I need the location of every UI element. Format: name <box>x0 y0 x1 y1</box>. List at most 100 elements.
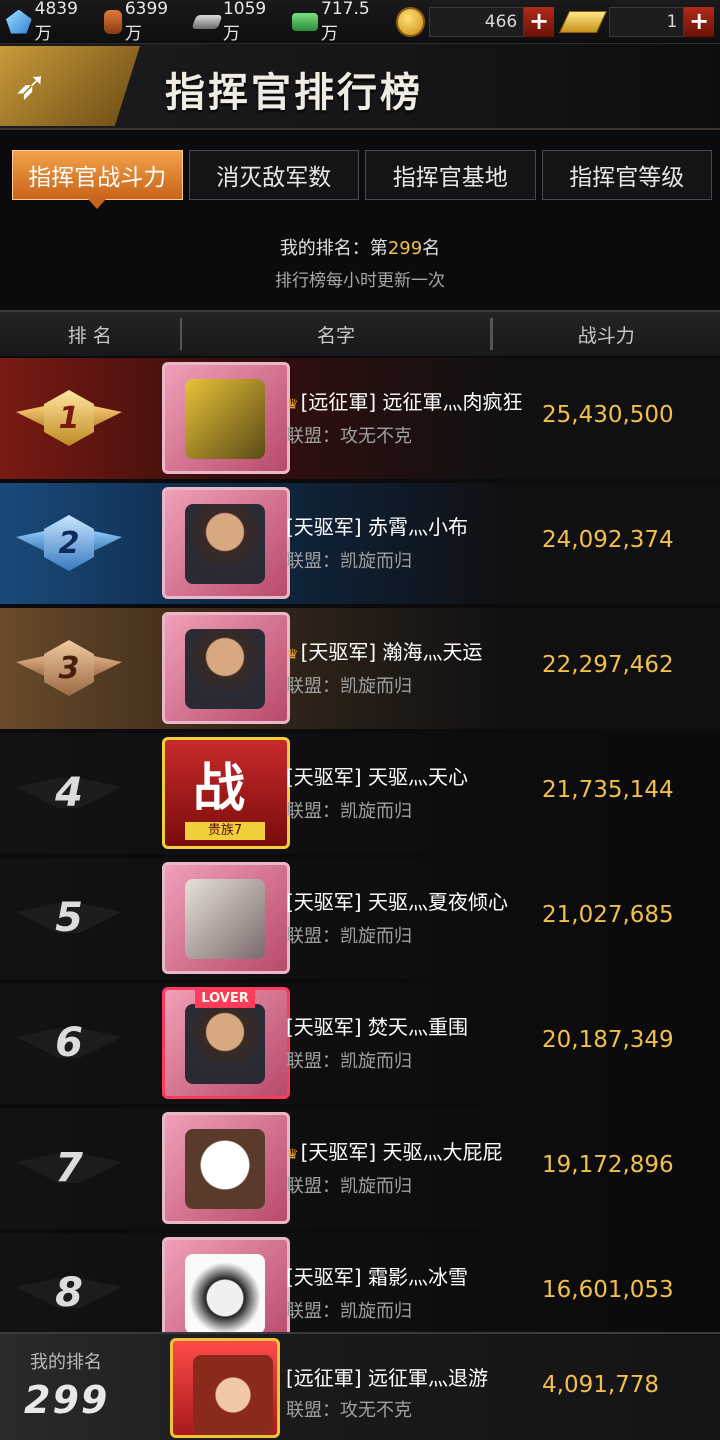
my-rank-label: 我的排名 <box>30 1352 102 1373</box>
avatar[interactable] <box>162 862 290 974</box>
rank-number: 7 <box>55 1145 83 1191</box>
player-power: 19,172,896 <box>542 1152 674 1178</box>
rank-number: 6 <box>55 1020 83 1066</box>
my-rank-number: 299 <box>387 238 423 259</box>
cash-icon <box>292 12 319 31</box>
player-name-text: [天驱军] 瀚海灬天运 <box>300 640 483 664</box>
ranking-row[interactable]: 6 LOVER [天驱军] 焚天灬重围 联盟：凯旋而归 20,187,349 <box>0 983 720 1104</box>
resource-crystal: 4839万 <box>6 0 94 44</box>
player-alliance: 联盟：凯旋而归 <box>286 1176 412 1197</box>
rank-number: 3 <box>44 640 94 696</box>
my-rank-big-number: 299 <box>24 1378 110 1422</box>
back-button[interactable]: ➶ <box>0 46 140 126</box>
rank-badge: 6 <box>16 1011 122 1075</box>
my-avatar[interactable] <box>170 1338 280 1438</box>
gold-bar-icon <box>558 10 607 33</box>
player-alliance: 联盟：凯旋而归 <box>286 676 412 697</box>
resource-oil-value: 6399万 <box>124 0 169 44</box>
player-name: ♛ [天驱军] 瀚海灬天运 <box>286 636 483 665</box>
avatar-image <box>193 1355 273 1435</box>
resource-oil: 6399万 <box>104 0 184 44</box>
rank-badge: 1 <box>16 386 122 450</box>
my-rank-bar[interactable]: 我的排名 299 [远征軍] 远征軍灬退游 联盟：攻无不克 4,091,778 <box>0 1332 720 1440</box>
column-name: 名字 <box>317 324 356 347</box>
oil-barrel-icon <box>104 9 122 34</box>
tab-commander-level[interactable]: 指挥官等级 <box>541 150 712 200</box>
add-coins-button[interactable]: + <box>524 6 554 37</box>
tab-commander-power[interactable]: 指挥官战斗力 <box>12 150 183 209</box>
gold-balance: 1 <box>609 6 685 37</box>
column-power: 战斗力 <box>577 324 635 347</box>
my-rank-summary: 我的排名：第299名 <box>0 234 720 260</box>
ranking-row[interactable]: 4 战 贵族7 [天驱军] 天驱灬天心 联盟：凯旋而归 21,735,144 <box>0 733 720 854</box>
avatar[interactable] <box>162 362 290 474</box>
coin-balance: 466 <box>429 6 525 37</box>
avatar-image <box>185 379 265 459</box>
vip-icon: ♛ <box>286 397 299 413</box>
avatar-image <box>185 879 265 959</box>
avatar[interactable]: LOVER <box>162 987 290 1099</box>
rank-number: 5 <box>55 895 83 941</box>
lover-frame-tag: LOVER <box>195 990 255 1008</box>
player-alliance: 联盟：凯旋而归 <box>286 551 412 572</box>
avatar-image <box>185 1129 265 1209</box>
ranking-row[interactable]: 1 ♛ [远征軍] 远征軍灬肉疯狂 联盟：攻无不克 25,430,500 <box>0 358 720 479</box>
avatar[interactable] <box>162 1112 290 1224</box>
page-title: 指挥官排行榜 <box>165 70 423 116</box>
ranking-row[interactable]: 7 ♛ [天驱军] 天驱灬大屁屁 联盟：凯旋而归 19,172,896 <box>0 1108 720 1229</box>
vip-icon: ♛ <box>286 647 299 663</box>
player-name: [天驱军] 天驱灬天心 <box>286 765 468 789</box>
rank-number: 4 <box>55 770 83 816</box>
my-name: [远征軍] 远征軍灬退游 <box>286 1366 488 1390</box>
player-power: 21,735,144 <box>542 777 674 803</box>
player-power: 16,601,053 <box>542 1277 674 1303</box>
rank-badge: 4 <box>16 761 122 825</box>
player-power: 22,297,462 <box>542 652 674 678</box>
player-name: ♛ [远征軍] 远征軍灬肉疯狂 <box>286 386 523 415</box>
avatar-image <box>185 1004 265 1084</box>
ranking-list: 1 ♛ [远征軍] 远征軍灬肉疯狂 联盟：攻无不克 25,430,500 2 [天… <box>0 358 720 1358</box>
rank-badge: 5 <box>16 886 122 950</box>
avatar[interactable] <box>162 487 290 599</box>
player-power: 25,430,500 <box>542 402 674 428</box>
my-alliance: 联盟：攻无不克 <box>286 1400 412 1421</box>
tab-bar: 指挥官战斗力 消灭敌军数 指挥官基地 指挥官等级 <box>12 150 712 209</box>
player-power: 21,027,685 <box>542 902 674 928</box>
vip-icon: ♛ <box>286 1147 299 1163</box>
ranking-row[interactable]: 3 ♛ [天驱军] 瀚海灬天运 联盟：凯旋而归 22,297,462 <box>0 608 720 729</box>
title-bar: ➶ 指挥官排行榜 <box>0 44 720 130</box>
crystal-icon <box>6 9 32 34</box>
ranking-row[interactable]: 2 [天驱军] 赤霄灬小布 联盟：凯旋而归 24,092,374 <box>0 483 720 604</box>
update-note: 排行榜每小时更新一次 <box>275 271 445 291</box>
nobility-tag: 贵族7 <box>185 822 265 840</box>
player-power: 24,092,374 <box>542 527 674 553</box>
tab-commander-base[interactable]: 指挥官基地 <box>365 150 536 200</box>
player-alliance: 联盟：凯旋而归 <box>286 801 412 822</box>
player-alliance: 联盟：凯旋而归 <box>286 1301 412 1322</box>
player-name: ♛ [天驱军] 天驱灬大屁屁 <box>286 1136 503 1165</box>
rank-number: 1 <box>44 390 94 446</box>
resource-cash: 717.5万 <box>292 0 385 44</box>
player-alliance: 联盟：攻无不克 <box>286 426 412 447</box>
resource-steel-value: 1059万 <box>222 0 267 44</box>
ranking-row[interactable]: 5 [天驱军] 天驱灬夏夜倾心 联盟：凯旋而归 21,027,685 <box>0 858 720 979</box>
player-name: [天驱军] 焚天灬重围 <box>286 1015 468 1039</box>
avatar[interactable]: 战 贵族7 <box>162 737 290 849</box>
add-gold-button[interactable]: + <box>684 6 715 37</box>
rank-badge: 3 <box>16 636 122 700</box>
rank-badge: 8 <box>16 1261 122 1325</box>
player-alliance: 联盟：凯旋而归 <box>286 1051 412 1072</box>
rank-number: 8 <box>55 1270 83 1316</box>
resource-crystal-value: 4839万 <box>34 0 78 44</box>
column-header: 排 名 名字 战斗力 <box>0 310 720 356</box>
rank-badge: 2 <box>16 511 122 575</box>
column-rank: 排 名 <box>67 324 112 347</box>
tab-enemies-killed[interactable]: 消灭敌军数 <box>188 150 359 200</box>
player-name-text: [天驱军] 天驱灬大屁屁 <box>300 1140 503 1164</box>
resource-bar: 4839万 6399万 1059万 717.5万 466 + 1 + <box>0 0 720 44</box>
my-rank-prefix: 我的排名：第 <box>279 238 388 259</box>
resource-steel: 1059万 <box>191 0 282 44</box>
avatar[interactable] <box>162 612 290 724</box>
player-alliance: 联盟：凯旋而归 <box>286 926 412 947</box>
eagle-icon: ➶ <box>14 63 48 109</box>
